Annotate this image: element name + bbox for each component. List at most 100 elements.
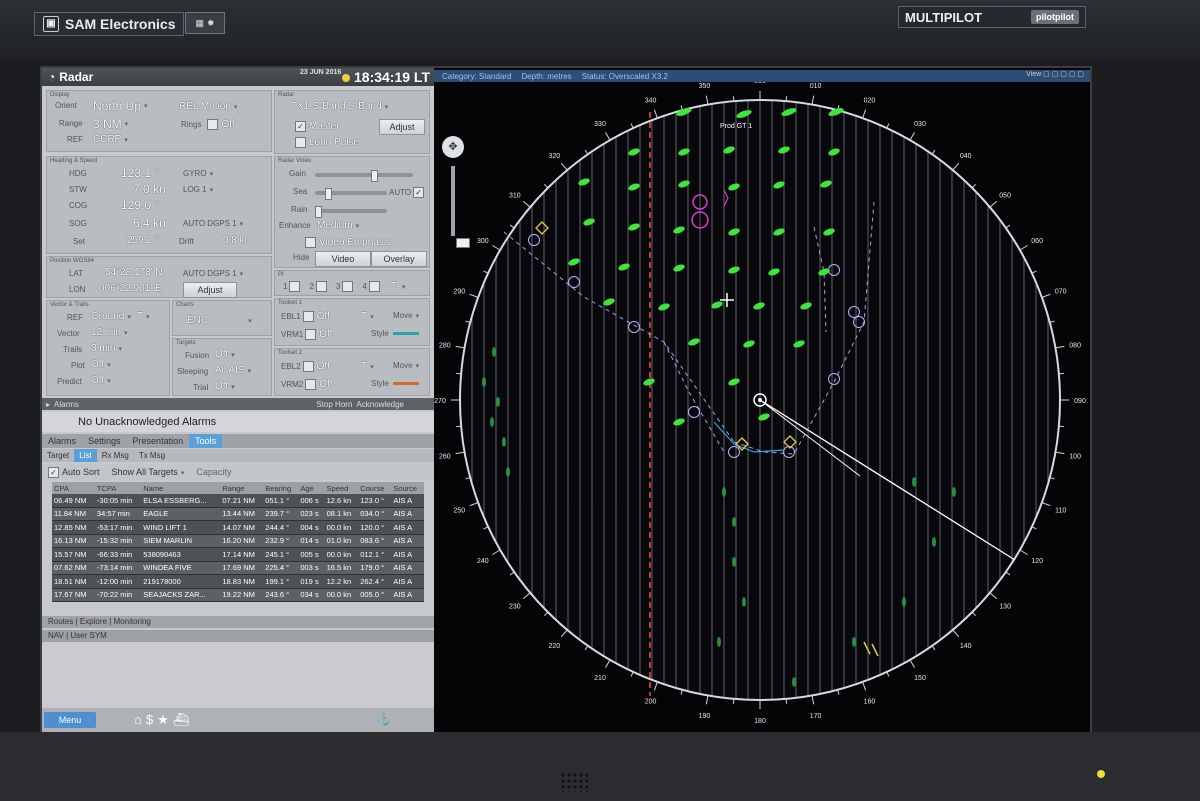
ebl1-ref-select[interactable]: T ▾ [361, 311, 374, 322]
table-row[interactable]: 17.67 NM -70:22 min SEAJACKS ZAR... 19.22 N… [52, 588, 424, 602]
column-header[interactable]: TCPA [94, 482, 142, 494]
ebl1-move-select[interactable]: Move ▾ [393, 311, 419, 320]
tab-settings[interactable]: Settings [82, 434, 127, 448]
show-targets-select[interactable]: Show All Targets ▾ [112, 467, 185, 477]
vrm2-checkbox[interactable] [305, 379, 317, 390]
motion-select[interactable]: REL Motion ▾ [179, 101, 237, 112]
vector-ref-select[interactable]: Ground ▾ T ▾ [91, 311, 150, 322]
column-header[interactable]: Speed [324, 482, 359, 494]
table-row[interactable]: 11.84 NM 34:57 min EAGLE 13.44 NM 239.7 ° 023… [52, 507, 424, 521]
hide-overlay-button[interactable]: Overlay [371, 251, 427, 267]
ref-select[interactable]: CCRP ▾ [93, 134, 128, 145]
hide-video-button[interactable]: Video [315, 251, 371, 267]
zoom-slider-handle[interactable] [456, 238, 470, 248]
ship-icon[interactable]: ⛴ [173, 712, 194, 727]
column-header[interactable]: Age [298, 482, 325, 494]
subtab-target[interactable]: Target [42, 449, 74, 462]
master-checkbox[interactable]: ✓ [295, 121, 306, 132]
transceiver-select[interactable]: TX1 S-Band S-Band ▾ [291, 101, 388, 112]
ebl2-checkbox[interactable] [302, 361, 314, 372]
predict-select[interactable]: Off ▾ [91, 375, 111, 386]
tab-alarms[interactable]: Alarms [42, 434, 82, 448]
range-select[interactable]: 3 NM ▾ [93, 117, 128, 131]
vrm1-toggle[interactable]: VRM1 Off [281, 329, 332, 340]
sleeping-select[interactable]: All AIS ▾ [215, 365, 251, 376]
alarms-header[interactable]: ▸ Alarms Stop Horn Acknowledge [42, 398, 434, 410]
long-pulse-toggle[interactable]: Long Pulse [295, 137, 359, 148]
table-row[interactable]: 15.57 NM -66:33 min 538090463 17.14 NM 245.1… [52, 547, 424, 562]
column-header[interactable]: Source [391, 482, 424, 494]
radar-ppi[interactable]: 000 010 020 030 040 050 060 070 080 090 100 110 120 1… [434, 82, 1090, 732]
routes-bar[interactable]: Routes | Explore | Monitoring [42, 616, 434, 628]
anchor-icon[interactable]: ⚓ [376, 712, 391, 726]
style-swatch[interactable] [392, 382, 419, 385]
tab-tools[interactable]: Tools [189, 434, 223, 448]
pi3-checkbox[interactable] [342, 281, 354, 292]
style-swatch[interactable] [392, 332, 419, 335]
ebl1-checkbox[interactable] [302, 311, 314, 322]
subtab-rx-msg[interactable]: Rx Msg [97, 449, 134, 462]
rain-slider-handle[interactable] [315, 206, 322, 218]
video-emphasis-toggle[interactable]: Video Emphasis [305, 237, 391, 248]
category-value[interactable]: Standard [479, 72, 511, 81]
column-header[interactable]: Name [141, 482, 221, 494]
column-header[interactable]: Bearing [263, 482, 299, 494]
trial-select[interactable]: Off ▾ [215, 381, 235, 392]
acknowledge-button[interactable]: Acknowledge [356, 400, 404, 409]
column-header[interactable]: CPA [52, 482, 95, 494]
pi4-checkbox[interactable] [368, 281, 380, 292]
trails-select[interactable]: 3 min ▾ [91, 343, 122, 354]
vrm2-toggle[interactable]: VRM2 Off [281, 379, 332, 390]
rings-toggle[interactable]: Rings Off [181, 119, 235, 130]
tab-presentation[interactable]: Presentation [127, 434, 190, 448]
ebl2-ref-select[interactable]: T ▾ [361, 361, 374, 372]
column-header[interactable]: Course [358, 482, 392, 494]
video-emphasis-checkbox[interactable] [305, 237, 316, 248]
table-row[interactable]: 18.51 NM -12:00 min 219178000 18.83 NM 199.1… [52, 574, 424, 589]
home-icon[interactable]: ⌂ [134, 712, 146, 727]
console-button[interactable]: ▦ ✹ [185, 12, 225, 34]
menu-button[interactable]: Menu [44, 712, 96, 728]
ebl2-toggle[interactable]: EBL2 Off [281, 361, 330, 372]
pi1-checkbox[interactable] [289, 281, 301, 292]
sea-auto-toggle[interactable]: AUTO ✓ [389, 187, 427, 198]
radar-view[interactable]: Category: Standard Depth: metres Status:… [434, 68, 1090, 732]
lat-source-select[interactable]: AUTO DGPS 1 ▾ [183, 269, 243, 278]
stw-source-select[interactable]: LOG 1 ▾ [183, 185, 213, 194]
subtab-tx-msg[interactable]: Tx Msg [134, 449, 170, 462]
pi2-checkbox[interactable] [315, 281, 327, 292]
enhance-select[interactable]: Medium ▾ [317, 220, 359, 231]
hdg-source-select[interactable]: GYRO ▾ [183, 169, 213, 178]
table-row[interactable]: 07.62 NM -73:14 min WINDEA FIVE 17.69 NM 225… [52, 561, 424, 575]
toolset2-style[interactable]: Style [371, 379, 419, 388]
nav-bar[interactable]: NAV | User SYM [42, 630, 434, 642]
table-row[interactable]: 16.13 NM -15:32 min SIEM MARLIN 16.20 NM 232… [52, 534, 424, 548]
zoom-slider[interactable] [451, 166, 470, 248]
view-controls[interactable]: View ▢ ▢ ▢ ▢ ▢ [1026, 70, 1084, 78]
long-pulse-checkbox[interactable] [295, 137, 306, 148]
auto-sort-checkbox[interactable]: ✓ [48, 466, 59, 478]
depth-value[interactable]: metres [547, 72, 571, 81]
stop-horn-button[interactable]: Stop Horn [316, 400, 352, 409]
pi-true-select[interactable]: T [391, 281, 397, 292]
gain-slider[interactable] [315, 170, 413, 182]
sog-source-select[interactable]: AUTO DGPS 1 ▾ [183, 219, 243, 228]
fusion-select[interactable]: Off ▾ [215, 349, 235, 360]
column-header[interactable]: Range [220, 482, 264, 494]
position-adjust-button[interactable]: Adjust [183, 282, 237, 298]
rings-checkbox[interactable] [207, 119, 219, 130]
master-toggle[interactable]: ✓ Master [295, 121, 340, 132]
toolset1-style[interactable]: Style [371, 329, 419, 338]
vrm1-checkbox[interactable] [305, 329, 317, 340]
rain-slider[interactable] [315, 206, 387, 218]
dollar-icon[interactable]: $ [146, 712, 157, 727]
gain-slider-handle[interactable] [371, 170, 378, 182]
auto-checkbox[interactable]: ✓ [413, 187, 425, 198]
ebl2-move-select[interactable]: Move ▾ [393, 361, 419, 370]
compass-icon[interactable]: ✥ [442, 136, 464, 158]
orient-select[interactable]: North Up ▾ [93, 99, 148, 113]
subtab-list[interactable]: List [74, 449, 97, 462]
table-row[interactable]: 06.49 NM -30:05 min ELSA ESSBERG... 07.21 N… [52, 494, 424, 508]
plot-select[interactable]: Off ▾ [91, 359, 111, 370]
table-row[interactable]: 12.85 NM -53:17 min WIND LIFT 1 14.07 NM 244… [52, 520, 424, 535]
